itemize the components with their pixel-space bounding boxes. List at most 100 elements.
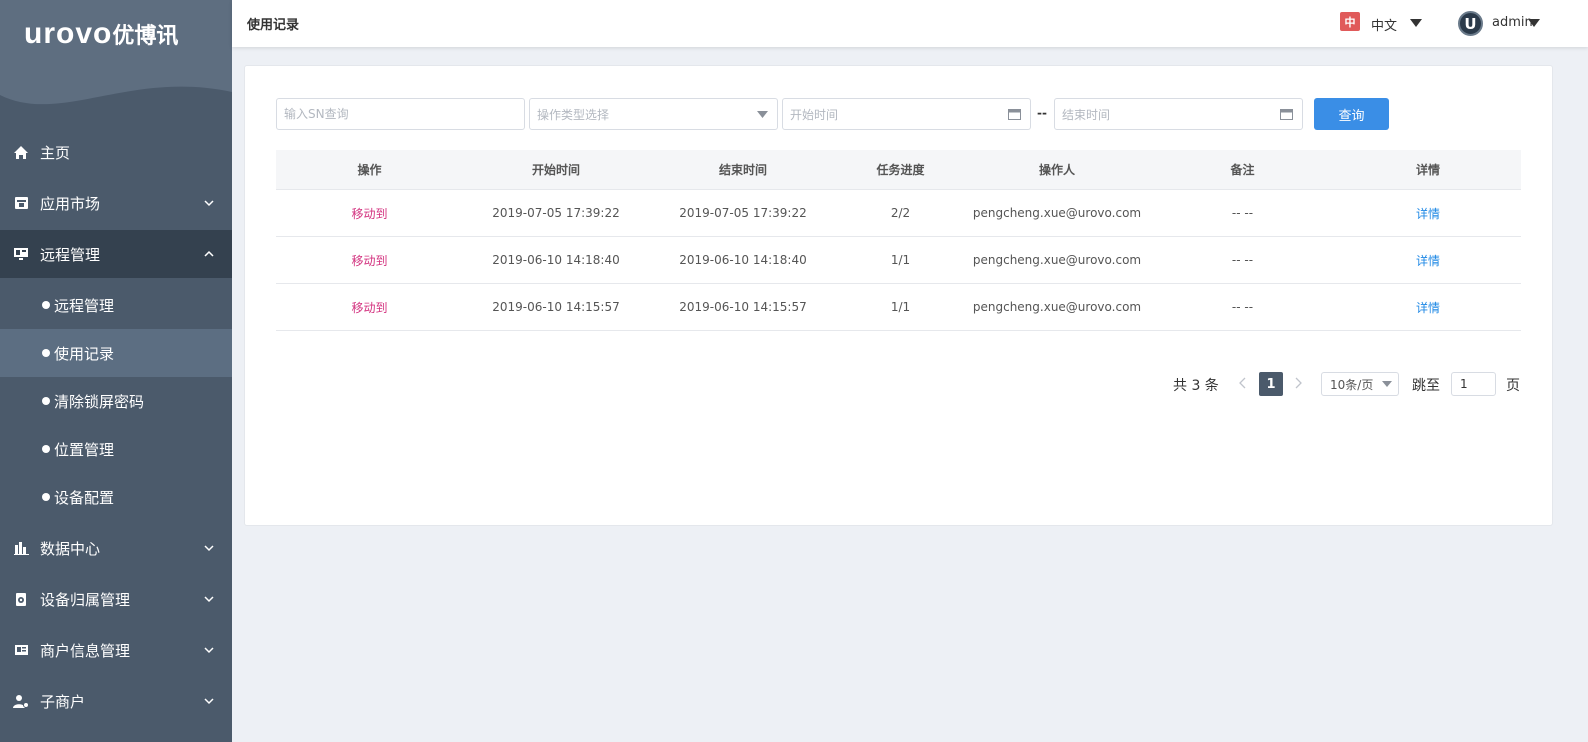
column-header-end-time[interactable]: 结束时间	[649, 150, 837, 189]
range-separator: --	[1037, 106, 1047, 120]
sidebar-subitem-remote-management[interactable]: 远程管理	[0, 281, 232, 329]
start-time-cell: 2019-07-05 17:39:22	[492, 206, 620, 220]
chevron-down-icon	[204, 596, 214, 603]
page-size-select[interactable]: 10条/页	[1321, 372, 1399, 396]
sidebar-item-label: 数据中心	[40, 539, 101, 558]
logo-area: urovo优博讯	[0, 0, 232, 120]
bullet-icon	[42, 397, 50, 405]
end-time-cell: 2019-06-10 14:15:57	[679, 300, 807, 314]
chevron-left-icon[interactable]	[1239, 377, 1247, 389]
start-time-cell: 2019-06-10 14:18:40	[492, 253, 620, 267]
brand-logo-latin: urovo	[24, 17, 113, 50]
sidebar-item-label: 主页	[40, 143, 71, 162]
chevron-down-icon	[204, 698, 214, 705]
table-row: 移动到 2019-07-05 17:39:22 2019-07-05 17:39…	[276, 190, 1521, 237]
sidebar-subitem-usage-records[interactable]: 使用记录	[0, 329, 232, 377]
brand-logo-cn: 优博讯	[112, 24, 179, 49]
usage-records-table: 操作 开始时间 结束时间 任务进度 操作人 备注 详情 移动到 2019-07-…	[276, 150, 1521, 331]
sidebar: urovo优博讯 主页 应用市场 远程管理 远程管理 使用记录 清除锁屏密码 位	[0, 0, 232, 742]
app-market-icon	[12, 194, 30, 212]
caret-down-icon	[1382, 381, 1392, 387]
sidebar-subitem-location-management[interactable]: 位置管理	[0, 425, 232, 473]
sidebar-subitem-label: 清除锁屏密码	[54, 392, 145, 411]
calendar-icon	[1280, 109, 1293, 120]
column-header-operator[interactable]: 操作人	[964, 150, 1150, 189]
sidebar-subitem-clear-lock-password[interactable]: 清除锁屏密码	[0, 377, 232, 425]
details-link[interactable]: 详情	[1416, 205, 1440, 222]
sn-search-input[interactable]	[284, 107, 524, 121]
sidebar-item-sub-merchant[interactable]: 子商户	[0, 677, 232, 725]
top-header: 使用记录 中 中文 U admin	[232, 0, 1588, 47]
operator-cell: pengcheng.xue@urovo.com	[972, 206, 1142, 220]
sidebar-subitem-device-config[interactable]: 设备配置	[0, 473, 232, 521]
language-flag-icon[interactable]: 中	[1340, 12, 1360, 31]
home-icon	[12, 143, 30, 161]
bullet-icon	[42, 349, 50, 357]
start-time-picker[interactable]: 开始时间	[782, 98, 1031, 130]
brand-logo: urovo优博讯	[24, 16, 178, 51]
remark-cell: -- --	[1231, 300, 1254, 314]
bullet-icon	[42, 301, 50, 309]
sidebar-item-home[interactable]: 主页	[0, 128, 232, 176]
operation-link[interactable]: 移动到	[351, 205, 387, 222]
user-menu[interactable]: admin	[1492, 15, 1533, 30]
pagination: 共 3 条 1 10条/页 跳至 1 页	[245, 371, 1554, 397]
language-selector[interactable]: 中文	[1371, 15, 1397, 34]
start-time-cell: 2019-06-10 14:15:57	[492, 300, 620, 314]
end-time-picker[interactable]: 结束时间	[1054, 98, 1303, 130]
page-number-current[interactable]: 1	[1259, 372, 1283, 396]
operator-cell: pengcheng.xue@urovo.com	[972, 300, 1142, 314]
sidebar-subitem-label: 使用记录	[54, 344, 115, 363]
column-header-progress[interactable]: 任务进度	[837, 150, 964, 189]
bullet-icon	[42, 445, 50, 453]
details-link[interactable]: 详情	[1416, 252, 1440, 269]
avatar[interactable]: U	[1458, 11, 1483, 36]
progress-cell: 2/2	[890, 206, 911, 220]
chevron-down-icon	[204, 545, 214, 552]
query-button[interactable]: 查询	[1314, 98, 1389, 130]
chevron-down-icon	[204, 200, 214, 207]
operation-type-select[interactable]: 操作类型选择	[529, 98, 778, 130]
column-header-operation[interactable]: 操作	[276, 150, 463, 189]
sidebar-item-label: 应用市场	[40, 194, 101, 213]
device-icon	[12, 590, 30, 608]
details-link[interactable]: 详情	[1416, 299, 1440, 316]
operation-link[interactable]: 移动到	[351, 299, 387, 316]
sidebar-item-app-market[interactable]: 应用市场	[0, 179, 232, 227]
start-time-placeholder: 开始时间	[790, 107, 839, 122]
table-header: 操作 开始时间 结束时间 任务进度 操作人 备注 详情	[276, 150, 1521, 190]
sidebar-item-remote-management[interactable]: 远程管理	[0, 230, 232, 278]
jump-page-input[interactable]: 1	[1451, 372, 1496, 396]
caret-down-icon[interactable]	[1410, 19, 1422, 27]
caret-down-icon[interactable]	[1528, 19, 1540, 27]
column-header-details[interactable]: 详情	[1335, 150, 1521, 189]
chevron-right-icon[interactable]	[1294, 377, 1302, 389]
caret-down-icon	[757, 111, 768, 118]
jump-label: 跳至	[1412, 378, 1440, 394]
id-card-icon	[12, 641, 30, 659]
table-row: 移动到 2019-06-10 14:15:57 2019-06-10 14:15…	[276, 284, 1521, 331]
operator-cell: pengcheng.xue@urovo.com	[972, 253, 1142, 267]
sidebar-item-data-center[interactable]: 数据中心	[0, 524, 232, 572]
monitor-icon	[12, 245, 30, 263]
sidebar-subitem-label: 远程管理	[54, 296, 115, 315]
total-count: 共 3 条	[1173, 378, 1219, 394]
sidebar-item-merchant-info[interactable]: 商户信息管理	[0, 626, 232, 674]
sidebar-subitem-label: 位置管理	[54, 440, 115, 459]
column-header-start-time[interactable]: 开始时间	[463, 150, 649, 189]
user-settings-icon	[12, 692, 30, 710]
end-time-cell: 2019-07-05 17:39:22	[679, 206, 807, 220]
end-time-placeholder: 结束时间	[1062, 107, 1111, 122]
page-size-value: 10条/页	[1330, 377, 1374, 392]
progress-cell: 1/1	[890, 300, 911, 314]
progress-cell: 1/1	[890, 253, 911, 267]
sidebar-item-device-ownership[interactable]: 设备归属管理	[0, 575, 232, 623]
bar-chart-icon	[12, 539, 30, 557]
operation-link[interactable]: 移动到	[351, 252, 387, 269]
bullet-icon	[42, 493, 50, 501]
sidebar-item-label: 子商户	[40, 692, 86, 711]
calendar-icon	[1008, 109, 1021, 120]
column-header-remark[interactable]: 备注	[1150, 150, 1335, 189]
sn-search-field[interactable]	[276, 98, 525, 130]
sidebar-item-label: 远程管理	[40, 245, 101, 264]
